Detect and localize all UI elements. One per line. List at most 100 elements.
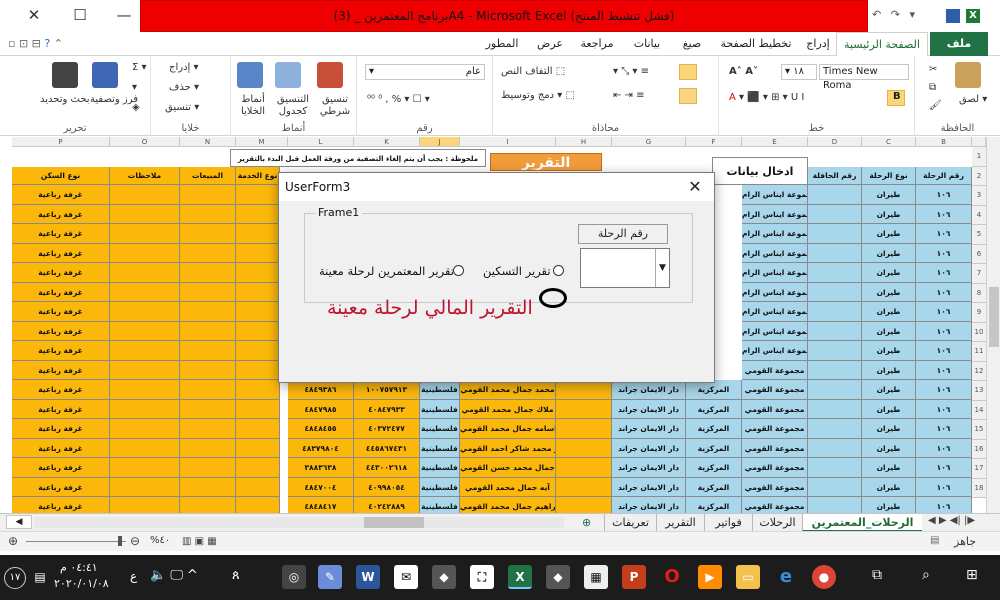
cell-group-name[interactable]: مجموعة القومي [742,360,808,380]
sheet-tab-definitions[interactable]: تعريفات [604,514,656,532]
row-header[interactable]: 9 [972,303,986,323]
cell-phone[interactable]: ٤٨٤٨٤١٧ [288,497,354,513]
column-header-n[interactable]: N [180,137,236,147]
cell-trip-type[interactable]: طيران [862,477,916,497]
row-header[interactable]: 11 [972,342,986,362]
cell-notes[interactable] [110,204,180,224]
cell-bus-no[interactable] [808,438,862,458]
cell-housing-type[interactable]: غرفة رباعية [12,419,110,439]
cell-notes[interactable] [110,321,180,341]
save-icon[interactable] [946,9,960,23]
cell-housing-type[interactable]: غرفة رباعية [12,438,110,458]
data-entry-label[interactable]: ادخال بيانات [712,157,808,185]
cell-sales[interactable] [180,497,236,513]
column-header-f[interactable]: F [686,137,742,147]
tab-developer[interactable]: المطور [476,32,528,56]
cell-sales[interactable] [180,438,236,458]
cell-group-name[interactable]: مجموعة القومي [742,380,808,400]
input-language[interactable]: ع [130,569,137,583]
option-pilgrims-report-label[interactable]: تقرير المعتمرين لرحلة معينة [319,264,454,278]
cell-housing-type[interactable]: غرفة رباعية [12,360,110,380]
action-center-icon[interactable]: ▤ [28,565,52,589]
trip-number-combobox[interactable]: ▼ [580,248,670,288]
tab-formulas[interactable]: صيغ [672,32,712,56]
fill-icon[interactable]: ▾ [132,82,137,93]
cell-nationality[interactable]: فلسطينية [420,399,460,419]
cell-notes[interactable] [110,360,180,380]
cell-seat[interactable] [556,399,612,419]
number-format-dropdown[interactable]: ▾ عام [365,64,485,80]
horizontal-scrollbar[interactable] [34,517,564,528]
edge-app-icon[interactable]: e [774,565,798,589]
cell-trip-type[interactable]: طيران [862,302,916,322]
cell-phone[interactable]: ٤٨٤٨٤٥٥ [288,419,354,439]
conditional-format-icon[interactable] [317,62,343,88]
row-header[interactable]: 4 [972,205,986,225]
cell-sales[interactable] [180,477,236,497]
merge-center-button[interactable]: دمج وتوسيط ▾ ⬚ [501,90,575,101]
cell-bus-no[interactable] [808,341,862,361]
macro-record-icon[interactable]: ▤ [930,535,939,546]
tab-insert[interactable]: إدراج [800,32,836,56]
row-header[interactable]: 14 [972,400,986,420]
cell-group-name[interactable]: مجموعة ايناس الرام [742,321,808,341]
word-app-icon[interactable]: W [356,565,380,589]
cell-group-name[interactable]: مجموعة القومي [742,497,808,513]
vertical-scrollbar[interactable] [986,137,1000,513]
settings-app-icon[interactable]: ◎ [282,565,306,589]
column-header-b[interactable]: B [916,137,972,147]
cell-housing-type[interactable]: غرفة رباعية [12,497,110,513]
cell-bus-no[interactable] [808,302,862,322]
cell-trip-type[interactable]: طيران [862,399,916,419]
autosum-icon[interactable]: Σ ▾ [132,62,147,73]
cell-hotel[interactable]: دار الايمان جراند [612,477,686,497]
align-middle-button[interactable] [679,64,697,80]
cell-trip-type[interactable]: طيران [862,458,916,478]
cell-bus-no[interactable] [808,477,862,497]
system-tray-icons[interactable]: 🔈 🖵 ^ [150,568,198,583]
dialog-close-button[interactable]: ✕ [684,173,706,201]
app-icon-1[interactable]: ◆ [432,565,456,589]
cell-service-type[interactable] [236,224,280,244]
option-pilgrims-report-radio[interactable] [453,265,464,276]
tab-data[interactable]: بيانات [622,32,672,56]
cell-service-type[interactable] [236,477,280,497]
format-table-icon[interactable] [275,62,301,88]
cell-trip-no[interactable]: ١٠٦ [916,341,972,361]
cell-seat[interactable] [556,438,612,458]
cell-nationality[interactable]: فلسطينية [420,477,460,497]
cell-sales[interactable] [180,341,236,361]
cell-phone[interactable]: ٤٨٣٧٩٨٠٤ [288,438,354,458]
cell-hotel[interactable]: دار الايمان جراند [612,438,686,458]
zoom-slider-thumb[interactable] [118,536,122,546]
column-header-k[interactable]: K [354,137,420,147]
cell-trip-no[interactable]: ١٠٦ [916,497,972,513]
alignment-icons-top[interactable]: ▾ ⤡ ▾ ≡ [613,66,649,77]
cell-service-type[interactable] [236,185,280,205]
cell-service-type[interactable] [236,282,280,302]
cell-trip-type[interactable]: طيران [862,243,916,263]
cell-id-number[interactable]: ٤٤٥٨٦٧٤٣١ [354,438,420,458]
opera-app-icon[interactable]: O [660,565,684,589]
font-size-grow-shrink[interactable]: A˄ A˅ [729,66,758,77]
cell-housing-type[interactable]: غرفة رباعية [12,341,110,361]
cell-hotel[interactable]: دار الايمان جراند [612,399,686,419]
cell-sales[interactable] [180,399,236,419]
cell-service-type[interactable] [236,419,280,439]
column-header-m[interactable]: M [236,137,288,147]
format-painter-icon[interactable]: 🖌 [929,100,942,111]
cell-housing-type[interactable]: غرفة رباعية [12,204,110,224]
cell-group-name[interactable]: مجموعة ايناس الرام [742,243,808,263]
task-view-icon[interactable]: ⧉ [872,567,882,583]
cell-sales[interactable] [180,185,236,205]
cell-notes[interactable] [110,263,180,283]
paint-app-icon[interactable]: ✎ [318,565,342,589]
cell-sales[interactable] [180,302,236,322]
row-header[interactable]: 16 [972,439,986,459]
bold-button[interactable]: B [887,90,905,106]
find-icon[interactable] [52,62,78,88]
font-name-dropdown[interactable]: Times New Roma [819,64,909,91]
cell-trip-type[interactable]: طيران [862,224,916,244]
chevron-down-icon[interactable]: ▼ [655,249,669,287]
column-header-j[interactable]: J [420,137,460,147]
